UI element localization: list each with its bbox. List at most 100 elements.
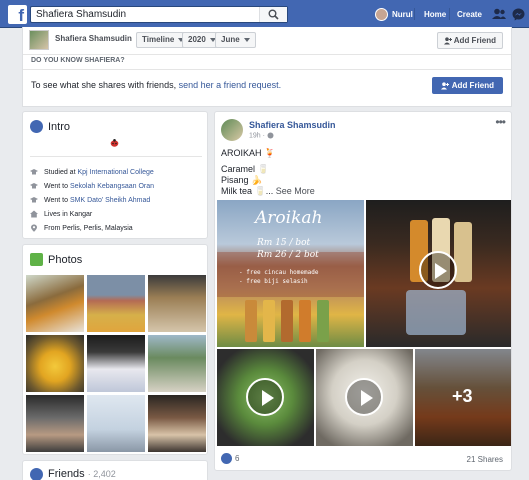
post-video[interactable]	[217, 349, 314, 446]
post-text-line: AROIKAH 🍹	[221, 148, 276, 158]
post-timestamp[interactable]: 19h ·	[249, 132, 274, 139]
more-options-icon[interactable]: •••	[495, 115, 506, 129]
month-label: June	[221, 35, 240, 44]
friends-icon	[30, 468, 43, 480]
chevron-down-icon	[243, 37, 250, 42]
create-link[interactable]: Create	[457, 10, 482, 19]
post-text-last: Milk tea 🥛...	[221, 186, 276, 196]
share-count[interactable]: 21 Shares	[467, 455, 503, 464]
search-input-value[interactable]: Shafiera Shamsudin	[36, 9, 126, 20]
photos-card: Photos	[22, 244, 208, 455]
location-pin-icon	[31, 224, 37, 232]
bottle-shape	[317, 300, 329, 342]
intro-item-prefix: Studied at	[44, 169, 76, 176]
photo-thumbnail[interactable]	[148, 275, 206, 332]
intro-item-education: Went to Sekolah Kebangsaan Oran	[30, 180, 154, 194]
profile-link[interactable]: Nurul	[375, 8, 413, 22]
education-icon	[30, 183, 38, 189]
photo-thumbnail[interactable]	[87, 395, 145, 452]
like-icon	[221, 453, 232, 465]
photo-thumbnail[interactable]	[87, 335, 145, 392]
profile-name[interactable]: Shafiera Shamsudin	[55, 32, 132, 48]
intro-item-link[interactable]: Kpj International College	[77, 169, 153, 176]
play-icon[interactable]	[419, 251, 457, 289]
photos-title: Photos	[48, 254, 83, 266]
add-friend-button[interactable]: Add Friend	[436, 32, 503, 49]
home-icon	[30, 210, 38, 218]
know-heading: DO YOU KNOW SHAFIERA?	[31, 57, 125, 64]
profile-avatar[interactable]	[29, 30, 49, 50]
bottle-shape	[263, 300, 275, 342]
home-link[interactable]: Home	[424, 10, 446, 19]
bottle-shape	[299, 300, 311, 342]
photo-thumbnail[interactable]	[87, 275, 145, 332]
month-dropdown[interactable]: June	[215, 32, 256, 48]
play-icon[interactable]	[345, 378, 383, 416]
intro-title: Intro	[48, 121, 71, 133]
intro-item-prefix: Went to	[44, 183, 68, 190]
friends-title[interactable]: Friends · 2,402	[48, 468, 116, 480]
image-price-single: Rm 15 / bot	[257, 238, 311, 248]
education-icon	[30, 169, 38, 175]
friend-requests-icon[interactable]	[492, 8, 506, 20]
divider	[23, 69, 511, 70]
messenger-icon[interactable]	[512, 8, 525, 21]
intro-list: Studied at Kpj International College Wen…	[30, 166, 154, 236]
bag-shape	[406, 290, 466, 335]
post-text-line: Milk tea 🥛... See More	[221, 186, 315, 197]
post-more-photos[interactable]: +3	[415, 349, 511, 446]
year-label: 2020	[188, 35, 206, 44]
top-navigation-bar: f Shafiera Shamsudin Nurul Home Create	[0, 0, 529, 28]
photo-thumbnail[interactable]	[26, 395, 84, 452]
add-friend-label: Add Friend	[453, 36, 496, 45]
reaction-summary[interactable]: 6	[221, 453, 239, 465]
search-button[interactable]	[259, 7, 287, 22]
bottle-shape	[281, 300, 293, 342]
add-friend-icon	[440, 82, 449, 90]
post-photo-main[interactable]: Aroikah Rm 15 / bot Rm 26 / 2 bot - free…	[217, 200, 364, 347]
post-video[interactable]	[366, 200, 511, 347]
search-input[interactable]: Shafiera Shamsudin	[30, 6, 288, 23]
see-more-link[interactable]: See More	[276, 186, 315, 196]
photo-thumbnail[interactable]	[26, 275, 84, 332]
intro-item-education: Went to SMK Dato' Sheikh Ahmad	[30, 194, 154, 208]
photo-thumbnail[interactable]	[26, 335, 84, 392]
timeline-label: Timeline	[142, 35, 175, 44]
message-text: To see what she shares with friends,	[31, 80, 177, 90]
divider	[30, 156, 202, 157]
intro-item-text: From Perlis, Perlis, Malaysia	[44, 225, 133, 232]
friends-card: Friends · 2,402	[22, 460, 208, 480]
globe-icon	[30, 120, 43, 133]
play-icon[interactable]	[246, 378, 284, 416]
education-icon	[30, 197, 38, 203]
photo-thumbnail[interactable]	[148, 395, 206, 452]
intro-item-link[interactable]: Sekolah Kebangsaan Oran	[70, 183, 154, 190]
post-card: Shafiera Shamsudin 19h · ••• AROIKAH 🍹 C…	[214, 111, 512, 471]
post-author-name[interactable]: Shafiera Shamsudin	[249, 120, 336, 130]
post-video[interactable]	[316, 349, 413, 446]
user-name: Nurul	[392, 10, 413, 19]
friends-label: Friends	[48, 468, 85, 480]
avatar	[375, 8, 388, 21]
add-friend-primary-button[interactable]: Add Friend	[431, 77, 503, 94]
intro-item-education: Studied at Kpj International College	[30, 166, 154, 180]
search-icon	[268, 9, 279, 20]
ladybug-icon	[110, 139, 119, 149]
profile-header: Shafiera Shamsudin Timeline 2020 June Ad…	[22, 27, 512, 107]
photo-icon	[30, 253, 43, 266]
add-friend-label: Add Friend	[451, 81, 494, 90]
friend-request-message: To see what she shares with friends, sen…	[31, 80, 281, 90]
facebook-logo-icon[interactable]: f	[8, 5, 27, 24]
intro-item-text: Lives in Kangar	[44, 211, 93, 218]
post-time-text: 19h ·	[249, 132, 267, 140]
post-author-avatar[interactable]	[221, 119, 243, 141]
more-photos-count: +3	[452, 386, 473, 406]
send-friend-request-link[interactable]: send her a friend request.	[179, 80, 282, 90]
photo-thumbnail[interactable]	[148, 335, 206, 392]
post-text-line: Caramel 🥛	[221, 164, 269, 174]
image-note: - free biji selasih	[239, 278, 308, 285]
intro-item-link[interactable]: SMK Dato' Sheikh Ahmad	[70, 197, 150, 204]
like-count: 6	[235, 454, 240, 463]
divider	[23, 54, 511, 55]
intro-item-prefix: Went to	[44, 197, 68, 204]
